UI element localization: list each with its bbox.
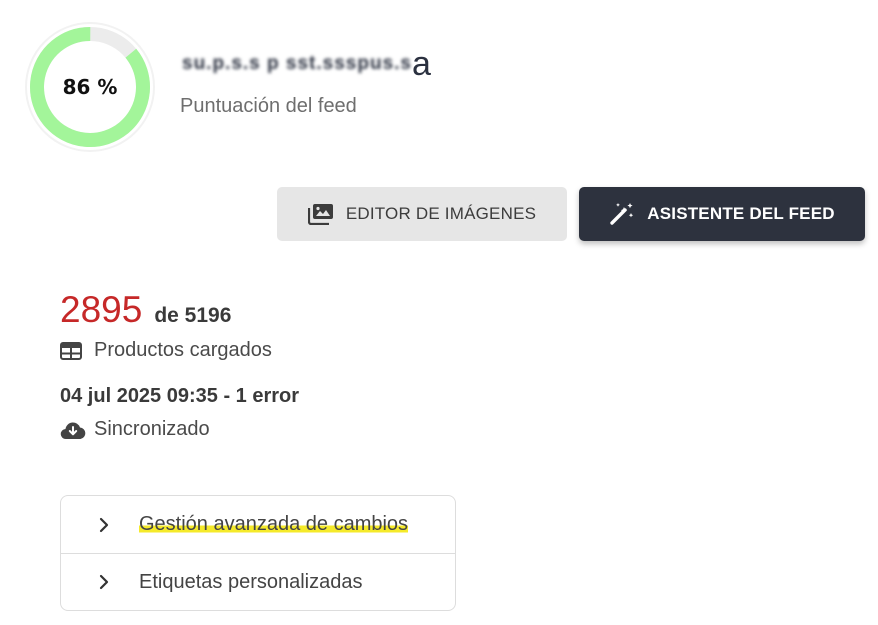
score-value: 86 % xyxy=(62,75,118,99)
feed-summary-page: 86 % ѕu.p.ѕ.ѕ p ѕѕt.ѕѕѕpuѕ.ѕa Puntuación… xyxy=(0,0,878,625)
feed-title-obscured: ѕu.p.ѕ.ѕ p ѕѕt.ѕѕѕpuѕ.ѕ xyxy=(182,53,412,75)
sync-status-label: Sincronizado xyxy=(94,418,210,440)
chevron-right-icon xyxy=(61,574,139,590)
accordion-item-label: Gestión avanzada de cambios xyxy=(139,513,409,536)
accordion-item-advanced-changes[interactable]: Gestión avanzada de cambios xyxy=(61,496,455,553)
products-total-count: de 5196 xyxy=(154,304,232,327)
score-gauge: 86 % xyxy=(24,21,156,153)
accordion-item-custom-labels[interactable]: Etiquetas personalizadas xyxy=(61,553,455,610)
products-loaded-label: Productos cargados xyxy=(94,339,272,361)
feed-title-tail: a xyxy=(411,45,432,84)
magic-wand-icon xyxy=(609,201,635,227)
feed-wizard-label: ASISTENTE DEL FEED xyxy=(647,204,835,223)
table-icon xyxy=(60,341,86,360)
cloud-download-icon xyxy=(60,420,86,440)
last-sync-timestamp: 04 jul 2025 09:35 - 1 error xyxy=(60,385,300,407)
feed-wizard-button[interactable]: ASISTENTE DEL FEED xyxy=(579,187,865,241)
products-loaded-caption: Productos cargados xyxy=(60,339,272,362)
feed-title: ѕu.p.ѕ.ѕ p ѕѕt.ѕѕѕpuѕ.ѕa xyxy=(182,40,431,84)
accordion-item-label: Etiquetas personalizadas xyxy=(139,570,363,593)
feed-subtitle: Puntuación del feed xyxy=(180,95,357,117)
products-loaded-count: 2895 xyxy=(60,289,143,330)
products-count: 2895 de 5196 xyxy=(60,289,231,331)
sync-status: Sincronizado xyxy=(60,418,210,441)
images-icon xyxy=(307,203,334,225)
image-editor-label: EDITOR DE IMÁGENES xyxy=(345,204,537,223)
settings-accordion: Gestión avanzada de cambios Etiquetas pe… xyxy=(60,495,456,611)
image-editor-button[interactable]: EDITOR DE IMÁGENES xyxy=(277,187,567,241)
chevron-right-icon xyxy=(61,517,139,533)
